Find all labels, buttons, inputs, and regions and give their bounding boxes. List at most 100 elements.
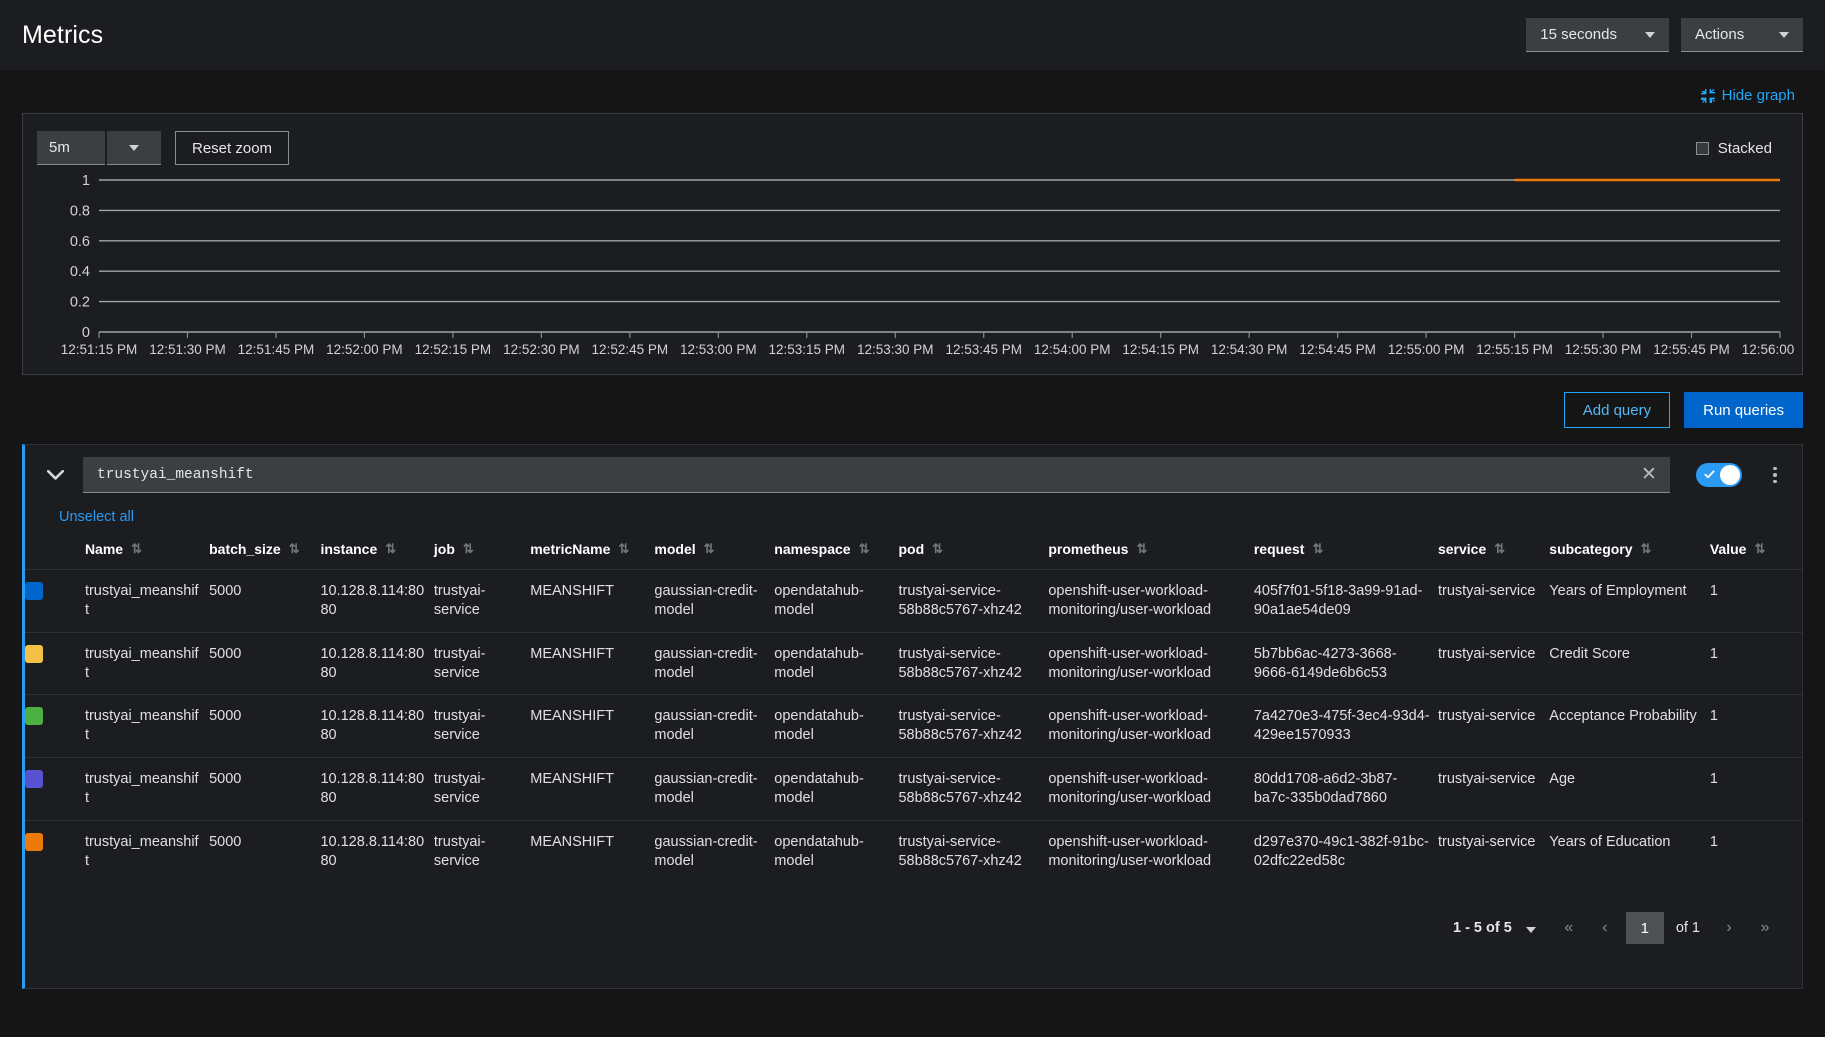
sort-icon[interactable]: ⇅ (463, 541, 474, 557)
sort-icon[interactable]: ⇅ (1641, 541, 1652, 557)
sort-icon[interactable]: ⇅ (1494, 541, 1505, 557)
first-page-button[interactable]: « (1554, 913, 1584, 943)
query-enabled-toggle[interactable] (1696, 463, 1742, 487)
column-header-request[interactable]: request ⇅ (1254, 533, 1438, 570)
cell-prometheus: openshift-user-workload-monitoring/user-… (1048, 694, 1254, 758)
column-header-value[interactable]: Value ⇅ (1710, 533, 1802, 570)
cell-request: 405f7f01-5f18-3a99-91ad-90a1ae54de09 (1253, 569, 1438, 633)
stacked-checkbox[interactable] (1695, 141, 1709, 155)
last-page-button[interactable]: » (1750, 913, 1780, 943)
query-expression-field[interactable]: ✕ (83, 457, 1670, 493)
cell-value: 1 (1709, 631, 1802, 695)
cell-job: trustyai-service (433, 631, 531, 695)
cell-pod: trustyai-service-58b88c5767-xhz42 (898, 631, 1049, 695)
cell-subcategory: Years of Employment (1549, 569, 1710, 633)
chevron-down-icon (1525, 926, 1536, 933)
cell-model: gaussian-credit-model (654, 694, 775, 758)
refresh-interval-select[interactable]: 15 seconds (1526, 18, 1669, 52)
svg-text:0.6: 0.6 (70, 234, 90, 250)
unselect-all-link[interactable]: Unselect all (25, 503, 134, 533)
sort-icon[interactable]: ⇅ (385, 541, 396, 557)
cell-value: 1 (1709, 569, 1802, 633)
query-collapse-toggle[interactable] (37, 458, 73, 492)
column-header-prometheus[interactable]: prometheus ⇅ (1048, 533, 1254, 570)
time-span-input[interactable] (37, 131, 105, 165)
column-header-pod[interactable]: pod ⇅ (898, 533, 1048, 570)
chevron-down-icon (1779, 31, 1789, 38)
cell-namespace: opendatahub-model (774, 757, 899, 821)
cell-name: trustyai_meanshift (84, 694, 210, 758)
svg-text:12:51:30 PM: 12:51:30 PM (149, 342, 226, 357)
cell-metricname: MEANSHIFT (530, 631, 655, 695)
column-header-instance[interactable]: instance ⇅ (320, 533, 433, 570)
sort-icon[interactable]: ⇅ (1312, 541, 1323, 557)
header-controls: 15 seconds Actions (1526, 18, 1803, 52)
cell-job: trustyai-service (433, 694, 531, 758)
column-header-name[interactable]: Name ⇅ (85, 533, 209, 570)
hide-graph-button[interactable]: Hide graph (1695, 86, 1801, 105)
cell-service: trustyai-service (1437, 694, 1550, 758)
metrics-page: Metrics 15 seconds Actions Hide graph 5m… (0, 0, 1825, 1037)
actions-dropdown[interactable]: Actions (1681, 18, 1803, 52)
kebab-menu-icon[interactable] (1760, 460, 1790, 490)
sort-icon[interactable]: ⇅ (1136, 541, 1147, 557)
column-header-subcategory[interactable]: subcategory ⇅ (1549, 533, 1710, 570)
series-color-swatch[interactable] (25, 832, 43, 851)
column-header-metricname[interactable]: metricName ⇅ (530, 533, 654, 570)
query-expression-input[interactable] (95, 465, 1634, 484)
series-color-swatch[interactable] (25, 582, 43, 600)
pagination-perpage-toggle[interactable] (1522, 917, 1548, 940)
series-color-swatch-cell[interactable] (25, 694, 85, 758)
column-header-namespace[interactable]: namespace ⇅ (774, 533, 898, 570)
page-number-input[interactable] (1625, 912, 1664, 945)
column-header-model[interactable]: model ⇅ (654, 533, 774, 570)
series-color-swatch-cell[interactable] (25, 631, 85, 695)
series-color-swatch[interactable] (25, 644, 43, 663)
sort-icon[interactable]: ⇅ (289, 541, 300, 557)
cell-prometheus: openshift-user-workload-monitoring/user-… (1048, 631, 1254, 695)
sort-icon[interactable]: ⇅ (932, 541, 943, 557)
cell-job: trustyai-service (433, 757, 531, 821)
column-header-service[interactable]: service ⇅ (1438, 533, 1549, 570)
sort-icon[interactable]: ⇅ (859, 541, 870, 557)
cell-instance: 10.128.8.114:8080 (320, 569, 434, 633)
sort-icon[interactable]: ⇅ (618, 541, 629, 557)
stacked-checkbox-group: Stacked (1695, 140, 1786, 157)
sort-icon[interactable]: ⇅ (1754, 541, 1765, 557)
time-span-dropdown-toggle[interactable] (107, 131, 161, 165)
table-row[interactable]: trustyai_meanshift 5000 10.128.8.114:8080 t… (25, 819, 1802, 883)
table-row[interactable]: trustyai_meanshift 5000 10.128.8.114:8080 t… (25, 757, 1802, 821)
cell-pod: trustyai-service-58b88c5767-xhz42 (898, 694, 1049, 758)
run-queries-button[interactable]: Run queries (1684, 392, 1803, 428)
cell-batch_size: 5000 (209, 819, 321, 883)
reset-zoom-button[interactable]: Reset zoom (175, 131, 290, 165)
compress-icon (1700, 88, 1715, 103)
series-color-swatch[interactable] (25, 770, 43, 789)
series-color-swatch-cell[interactable] (25, 569, 85, 633)
column-header-label: Name (84, 541, 124, 557)
pagination: 1 - 5 of 5 « ‹ of 1 › » (25, 896, 1802, 945)
add-query-button[interactable]: Add query (1563, 392, 1671, 428)
table-row[interactable]: trustyai_meanshift 5000 10.128.8.114:8080 t… (25, 569, 1802, 633)
column-header-label: model (654, 541, 696, 557)
cell-name: trustyai_meanshift (84, 569, 210, 633)
cell-namespace: opendatahub-model (774, 694, 899, 758)
table-row[interactable]: trustyai_meanshift 5000 10.128.8.114:8080 t… (25, 631, 1802, 695)
sort-icon[interactable]: ⇅ (131, 541, 142, 557)
sort-icon[interactable]: ⇅ (704, 541, 715, 557)
series-color-swatch-cell[interactable] (25, 757, 85, 821)
cell-request: d297e370-49c1-382f-91bc-02dfc22ed58c (1253, 819, 1438, 883)
series-color-swatch[interactable] (25, 707, 43, 726)
next-page-button[interactable]: › (1714, 913, 1744, 943)
pagination-total-pages: of 1 (1675, 920, 1700, 937)
svg-text:12:55:15 PM: 12:55:15 PM (1476, 342, 1553, 357)
column-header-batch_size[interactable]: batch_size ⇅ (209, 533, 320, 570)
column-header-job[interactable]: job ⇅ (434, 533, 530, 570)
svg-text:12:56:00 PM: 12:56:00 PM (1742, 342, 1794, 357)
cell-pod: trustyai-service-58b88c5767-xhz42 (898, 819, 1049, 883)
close-icon[interactable]: ✕ (1634, 460, 1664, 490)
metrics-line-chart[interactable]: 0 0.2 0.4 0.6 0.8 1 12:51:15 PM 12:51:30 PM 12:5… (37, 170, 1794, 370)
series-color-swatch-cell[interactable] (25, 819, 85, 883)
previous-page-button[interactable]: ‹ (1590, 913, 1620, 943)
table-row[interactable]: trustyai_meanshift 5000 10.128.8.114:8080 t… (25, 694, 1802, 758)
